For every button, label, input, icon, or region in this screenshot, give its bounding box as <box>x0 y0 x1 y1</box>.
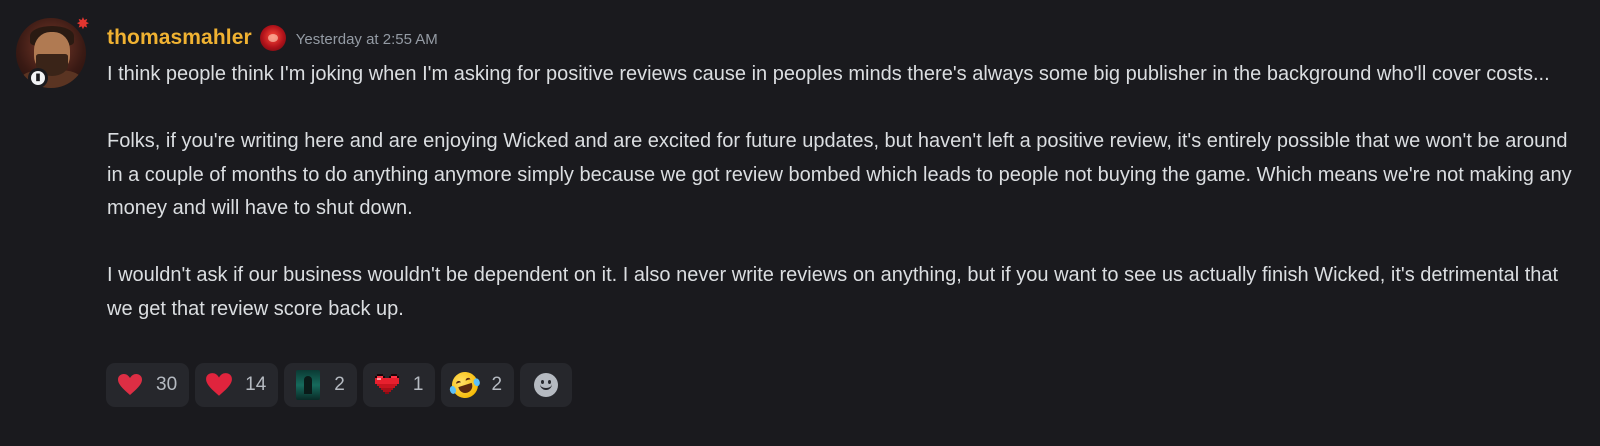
reaction-custom-figure[interactable]: 2 <box>284 363 357 407</box>
reaction-count: 2 <box>491 374 503 395</box>
message-paragraph: I think people think I'm joking when I'm… <box>107 63 1550 85</box>
mobile-status-icon: ▮ <box>31 71 45 85</box>
reaction-red-heart[interactable]: 30 <box>106 363 190 407</box>
reaction-count: 14 <box>245 374 267 395</box>
reaction-rolling-laughing[interactable]: 2 <box>441 363 515 407</box>
add-reaction-icon <box>534 373 559 397</box>
add-reaction-button[interactable] <box>520 363 573 407</box>
reaction-pixel-heart[interactable]: 1 <box>362 363 436 407</box>
reaction-count: 2 <box>334 374 345 395</box>
avatar-decoration-icon: ✸ <box>76 16 90 33</box>
avatar[interactable]: ✸ ▮ <box>16 16 90 88</box>
username[interactable]: thomasmahler <box>107 26 252 50</box>
message-paragraph: I wouldn't ask if our business wouldn't … <box>107 264 1559 320</box>
timestamp[interactable]: Yesterday at 2:55 AM <box>296 31 438 48</box>
message-content: I think people think I'm joking when I'm… <box>107 58 1587 326</box>
red-heart-icon <box>116 371 144 399</box>
rolling-laughing-icon <box>449 368 482 402</box>
reaction-heart[interactable]: 14 <box>195 363 279 407</box>
heart-icon <box>205 371 233 399</box>
chat-message: ✸ ▮ thomasmahler Yesterday at 2:55 AM I … <box>0 0 1600 446</box>
reaction-count: 30 <box>156 374 178 395</box>
reactions-bar: 30 14 2 1 2 <box>106 363 573 407</box>
reaction-count: 1 <box>412 374 424 395</box>
message-header: thomasmahler Yesterday at 2:55 AM <box>107 24 438 52</box>
message-paragraph: Folks, if you're writing here and are en… <box>107 130 1572 219</box>
role-icon[interactable] <box>259 25 286 51</box>
custom-dark-figure-icon <box>294 370 322 400</box>
pixel-heart-icon <box>373 371 401 399</box>
status-badge: ▮ <box>28 68 48 88</box>
